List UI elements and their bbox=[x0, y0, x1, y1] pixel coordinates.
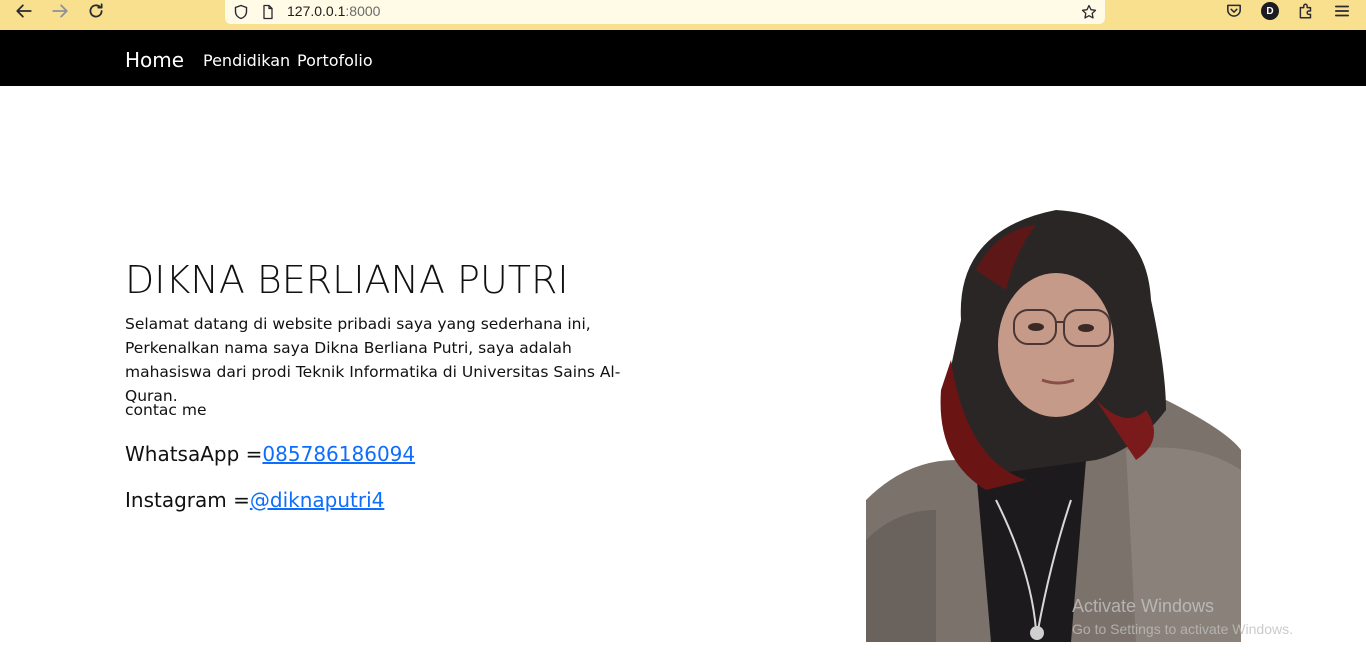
star-icon[interactable] bbox=[1079, 2, 1099, 22]
site-navbar: Home Pendidikan Portofolio bbox=[0, 30, 1366, 86]
nav-link-portofolio[interactable]: Portofolio bbox=[297, 51, 373, 70]
reload-icon[interactable] bbox=[81, 0, 111, 22]
instagram-label: Instagram = bbox=[125, 488, 250, 512]
extensions-icon[interactable] bbox=[1291, 0, 1321, 22]
shield-icon[interactable] bbox=[231, 2, 251, 22]
nav-brand-home[interactable]: Home bbox=[125, 48, 184, 72]
whatsapp-label: WhatsaApp = bbox=[125, 442, 263, 466]
nav-link-pendidikan[interactable]: Pendidikan bbox=[203, 51, 290, 70]
page-title: DIKNA BERLIANA PUTRI bbox=[125, 258, 569, 302]
profile-avatar[interactable]: D bbox=[1261, 2, 1279, 20]
url-text[interactable]: 127.0.0.1:8000 bbox=[287, 3, 380, 19]
instagram-line: Instagram =@diknaputri4 bbox=[125, 488, 384, 512]
windows-watermark-title: Activate Windows bbox=[1072, 596, 1215, 616]
whatsapp-link[interactable]: 085786186094 bbox=[262, 442, 415, 466]
contact-label: contac me bbox=[125, 401, 207, 419]
profile-photo bbox=[866, 210, 1241, 642]
page-icon[interactable] bbox=[258, 2, 278, 22]
pocket-icon[interactable] bbox=[1219, 0, 1249, 22]
back-arrow-icon[interactable] bbox=[9, 0, 39, 22]
windows-watermark-subtitle: Go to Settings to activate Windows. bbox=[1072, 621, 1293, 637]
instagram-link[interactable]: @diknaputri4 bbox=[250, 488, 384, 512]
browser-toolbar: 127.0.0.1:8000 D bbox=[0, 0, 1366, 30]
address-bar[interactable]: 127.0.0.1:8000 bbox=[225, 0, 1105, 24]
intro-paragraph: Selamat datang di website pribadi saya y… bbox=[125, 315, 621, 405]
whatsapp-line: WhatsaApp =085786186094 bbox=[125, 442, 415, 466]
menu-icon[interactable] bbox=[1327, 0, 1357, 22]
forward-arrow-icon[interactable] bbox=[45, 0, 75, 22]
